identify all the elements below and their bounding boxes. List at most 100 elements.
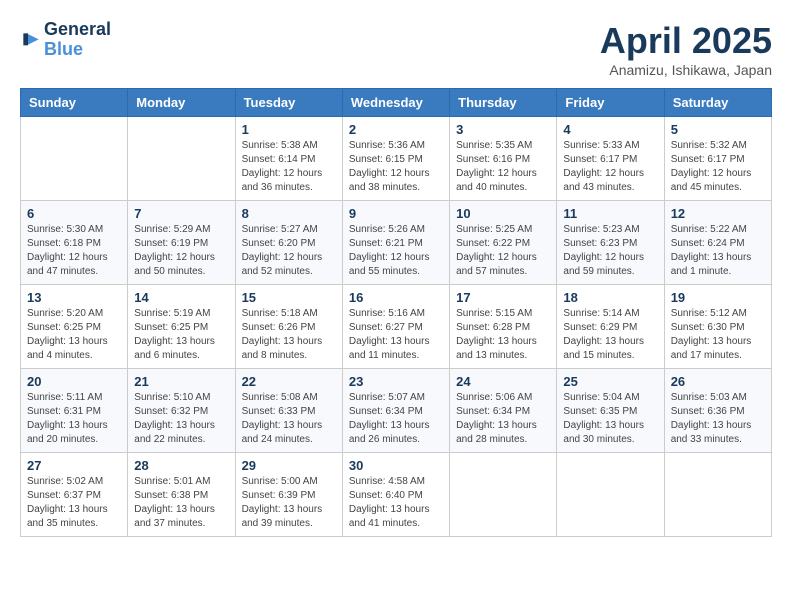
day-info: Sunrise: 5:12 AMSunset: 6:30 PMDaylight:… [671, 307, 765, 363]
weekday-header: Wednesday [342, 89, 449, 117]
weekday-header: Friday [557, 89, 664, 117]
day-number: 25 [563, 374, 657, 389]
calendar-cell [128, 117, 235, 201]
day-number: 3 [456, 122, 550, 137]
day-info: Sunrise: 5:35 AMSunset: 6:16 PMDaylight:… [456, 139, 550, 195]
calendar-cell: 27Sunrise: 5:02 AMSunset: 6:37 PMDayligh… [21, 453, 128, 537]
calendar-cell: 19 Sunrise: 5:12 AMSunset: 6:30 PMDayligh… [664, 285, 771, 369]
day-number: 11 [563, 206, 657, 221]
calendar-week-row: 6Sunrise: 5:30 AMSunset: 6:18 PMDaylight… [21, 201, 772, 285]
day-number: 19 [671, 290, 765, 305]
day-number: 15 [242, 290, 336, 305]
weekday-header: Tuesday [235, 89, 342, 117]
day-info: Sunrise: 5:33 AMSunset: 6:17 PMDaylight:… [563, 139, 657, 195]
day-number: 10 [456, 206, 550, 221]
calendar-cell: 22Sunrise: 5:08 AMSunset: 6:33 PMDayligh… [235, 369, 342, 453]
calendar-week-row: 27Sunrise: 5:02 AMSunset: 6:37 PMDayligh… [21, 453, 772, 537]
calendar-cell: 29 Sunrise: 5:00 AMSunset: 6:39 PMDayligh… [235, 453, 342, 537]
day-info: Sunrise: 5:00 AMSunset: 6:39 PMDaylight:… [242, 475, 336, 531]
title-area: April 2025 Anamizu, Ishikawa, Japan [600, 20, 772, 78]
day-number: 28 [134, 458, 228, 473]
day-info: Sunrise: 5:08 AMSunset: 6:33 PMDaylight:… [242, 391, 336, 447]
day-info: Sunrise: 4:58 AMSunset: 6:40 PMDaylight:… [349, 475, 443, 531]
day-number: 29 [242, 458, 336, 473]
day-number: 23 [349, 374, 443, 389]
calendar-cell [21, 117, 128, 201]
day-info: Sunrise: 5:23 AMSunset: 6:23 PMDaylight:… [563, 223, 657, 279]
day-number: 7 [134, 206, 228, 221]
calendar-cell: 5 Sunrise: 5:32 AMSunset: 6:17 PMDaylight… [664, 117, 771, 201]
day-info: Sunrise: 5:15 AMSunset: 6:28 PMDaylight:… [456, 307, 550, 363]
month-title: April 2025 [600, 20, 772, 62]
day-number: 9 [349, 206, 443, 221]
day-info: Sunrise: 5:36 AMSunset: 6:15 PMDaylight:… [349, 139, 443, 195]
day-info: Sunrise: 5:11 AMSunset: 6:31 PMDaylight:… [27, 391, 121, 447]
calendar-cell: 23 Sunrise: 5:07 AMSunset: 6:34 PMDayligh… [342, 369, 449, 453]
calendar-week-row: 1Sunrise: 5:38 AMSunset: 6:14 PMDaylight… [21, 117, 772, 201]
day-number: 5 [671, 122, 765, 137]
calendar-cell: 24 Sunrise: 5:06 AMSunset: 6:34 PMDayligh… [450, 369, 557, 453]
calendar-cell: 16 Sunrise: 5:16 AMSunset: 6:27 PMDayligh… [342, 285, 449, 369]
day-number: 20 [27, 374, 121, 389]
day-info: Sunrise: 5:07 AMSunset: 6:34 PMDaylight:… [349, 391, 443, 447]
day-number: 13 [27, 290, 121, 305]
day-info: Sunrise: 5:06 AMSunset: 6:34 PMDaylight:… [456, 391, 550, 447]
weekday-header: Saturday [664, 89, 771, 117]
logo-line2: Blue [44, 40, 111, 60]
day-number: 8 [242, 206, 336, 221]
calendar-cell: 25 Sunrise: 5:04 AMSunset: 6:35 PMDayligh… [557, 369, 664, 453]
calendar-cell: 1Sunrise: 5:38 AMSunset: 6:14 PMDaylight… [235, 117, 342, 201]
calendar: SundayMondayTuesdayWednesdayThursdayFrid… [20, 88, 772, 537]
calendar-cell: 6Sunrise: 5:30 AMSunset: 6:18 PMDaylight… [21, 201, 128, 285]
calendar-cell: 4 Sunrise: 5:33 AMSunset: 6:17 PMDaylight… [557, 117, 664, 201]
calendar-cell: 9Sunrise: 5:26 AMSunset: 6:21 PMDaylight… [342, 201, 449, 285]
day-number: 4 [563, 122, 657, 137]
calendar-cell: 3 Sunrise: 5:35 AMSunset: 6:16 PMDaylight… [450, 117, 557, 201]
day-info: Sunrise: 5:22 AMSunset: 6:24 PMDaylight:… [671, 223, 765, 279]
calendar-cell: 14 Sunrise: 5:19 AMSunset: 6:25 PMDayligh… [128, 285, 235, 369]
day-info: Sunrise: 5:27 AMSunset: 6:20 PMDaylight:… [242, 223, 336, 279]
day-info: Sunrise: 5:03 AMSunset: 6:36 PMDaylight:… [671, 391, 765, 447]
day-number: 12 [671, 206, 765, 221]
logo-line1: General [44, 20, 111, 40]
day-info: Sunrise: 5:10 AMSunset: 6:32 PMDaylight:… [134, 391, 228, 447]
logo-icon [20, 30, 40, 50]
calendar-week-row: 13 Sunrise: 5:20 AMSunset: 6:25 PMDayligh… [21, 285, 772, 369]
day-number: 14 [134, 290, 228, 305]
calendar-cell: 20 Sunrise: 5:11 AMSunset: 6:31 PMDayligh… [21, 369, 128, 453]
day-info: Sunrise: 5:19 AMSunset: 6:25 PMDaylight:… [134, 307, 228, 363]
day-info: Sunrise: 5:38 AMSunset: 6:14 PMDaylight:… [242, 139, 336, 195]
calendar-cell: 17 Sunrise: 5:15 AMSunset: 6:28 PMDayligh… [450, 285, 557, 369]
day-info: Sunrise: 5:18 AMSunset: 6:26 PMDaylight:… [242, 307, 336, 363]
calendar-week-row: 20 Sunrise: 5:11 AMSunset: 6:31 PMDayligh… [21, 369, 772, 453]
calendar-cell: 13 Sunrise: 5:20 AMSunset: 6:25 PMDayligh… [21, 285, 128, 369]
day-number: 24 [456, 374, 550, 389]
calendar-cell: 30 Sunrise: 4:58 AMSunset: 6:40 PMDayligh… [342, 453, 449, 537]
day-number: 16 [349, 290, 443, 305]
weekday-header: Sunday [21, 89, 128, 117]
location: Anamizu, Ishikawa, Japan [600, 62, 772, 78]
weekday-header: Thursday [450, 89, 557, 117]
day-info: Sunrise: 5:02 AMSunset: 6:37 PMDaylight:… [27, 475, 121, 531]
day-number: 26 [671, 374, 765, 389]
day-info: Sunrise: 5:16 AMSunset: 6:27 PMDaylight:… [349, 307, 443, 363]
day-info: Sunrise: 5:25 AMSunset: 6:22 PMDaylight:… [456, 223, 550, 279]
day-info: Sunrise: 5:29 AMSunset: 6:19 PMDaylight:… [134, 223, 228, 279]
day-number: 17 [456, 290, 550, 305]
calendar-cell: 26 Sunrise: 5:03 AMSunset: 6:36 PMDayligh… [664, 369, 771, 453]
calendar-cell: 8 Sunrise: 5:27 AMSunset: 6:20 PMDaylight… [235, 201, 342, 285]
calendar-cell: 12 Sunrise: 5:22 AMSunset: 6:24 PMDayligh… [664, 201, 771, 285]
calendar-cell: 10 Sunrise: 5:25 AMSunset: 6:22 PMDayligh… [450, 201, 557, 285]
calendar-cell: 21 Sunrise: 5:10 AMSunset: 6:32 PMDayligh… [128, 369, 235, 453]
page-header: General Blue April 2025 Anamizu, Ishikaw… [20, 20, 772, 78]
day-info: Sunrise: 5:04 AMSunset: 6:35 PMDaylight:… [563, 391, 657, 447]
calendar-cell [664, 453, 771, 537]
day-number: 21 [134, 374, 228, 389]
calendar-cell: 15 Sunrise: 5:18 AMSunset: 6:26 PMDayligh… [235, 285, 342, 369]
logo: General Blue [20, 20, 111, 60]
day-number: 30 [349, 458, 443, 473]
calendar-cell: 11 Sunrise: 5:23 AMSunset: 6:23 PMDayligh… [557, 201, 664, 285]
day-info: Sunrise: 5:32 AMSunset: 6:17 PMDaylight:… [671, 139, 765, 195]
day-number: 6 [27, 206, 121, 221]
day-info: Sunrise: 5:20 AMSunset: 6:25 PMDaylight:… [27, 307, 121, 363]
